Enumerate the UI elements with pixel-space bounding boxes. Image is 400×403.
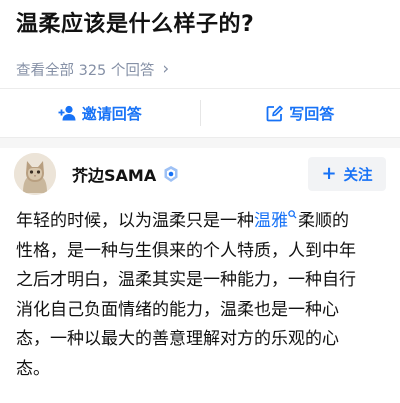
answer-action-bar: 邀请回答 写回答 (0, 88, 400, 138)
write-answer-button[interactable]: 写回答 (201, 103, 400, 124)
follow-button[interactable]: + 关注 (308, 157, 386, 191)
author-name[interactable]: 芥边SAMA (72, 162, 156, 186)
cat-avatar-icon (14, 153, 56, 195)
view-all-answers-link[interactable]: 查看全部 325 个回答 › (16, 59, 169, 80)
chevron-right-icon: › (162, 59, 170, 79)
answer-text: 年轻的时候，以为温柔只是一种 (16, 211, 254, 231)
answer-line: 之后才明白，温柔其实是一种能力，一种自行 (16, 270, 356, 290)
answer-line: 态，一种以最大的善意理解对方的乐观的心 (16, 329, 339, 349)
invite-person-icon (58, 105, 76, 121)
edit-icon (266, 105, 284, 121)
answer-line: 消化自己负面情绪的能力，温柔也是一种心 (16, 299, 339, 320)
answer-line: 年轻的时候，以为温柔只是一种温雅 柔顺的 (16, 207, 388, 237)
view-all-label: 查看全部 325 个回答 (16, 63, 155, 79)
answer-content: 年轻的时候，以为温柔只是一种温雅 柔顺的 性格，是一种与生俱来的个人特质，人到中年… (16, 207, 388, 384)
invite-answer-label: 邀请回答 (81, 104, 142, 123)
follow-label: 关注 (343, 167, 373, 184)
search-keyword-link[interactable]: 温雅 (254, 211, 288, 231)
answer-line: 态。 (16, 358, 50, 379)
verified-badge-icon (164, 166, 178, 182)
question-title: 温柔应该是什么样子的? (16, 12, 255, 37)
section-separator (0, 138, 400, 148)
search-icon (288, 210, 297, 219)
answer-text: 柔顺的 (298, 211, 349, 231)
plus-icon: + (321, 163, 337, 184)
write-answer-label: 写回答 (289, 104, 335, 123)
invite-answer-button[interactable]: 邀请回答 (0, 103, 200, 124)
avatar[interactable] (14, 153, 56, 195)
answer-line: 性格，是一种与生俱来的个人特质，人到中年 (16, 240, 356, 261)
author-row: 芥边SAMA + 关注 (14, 152, 386, 196)
